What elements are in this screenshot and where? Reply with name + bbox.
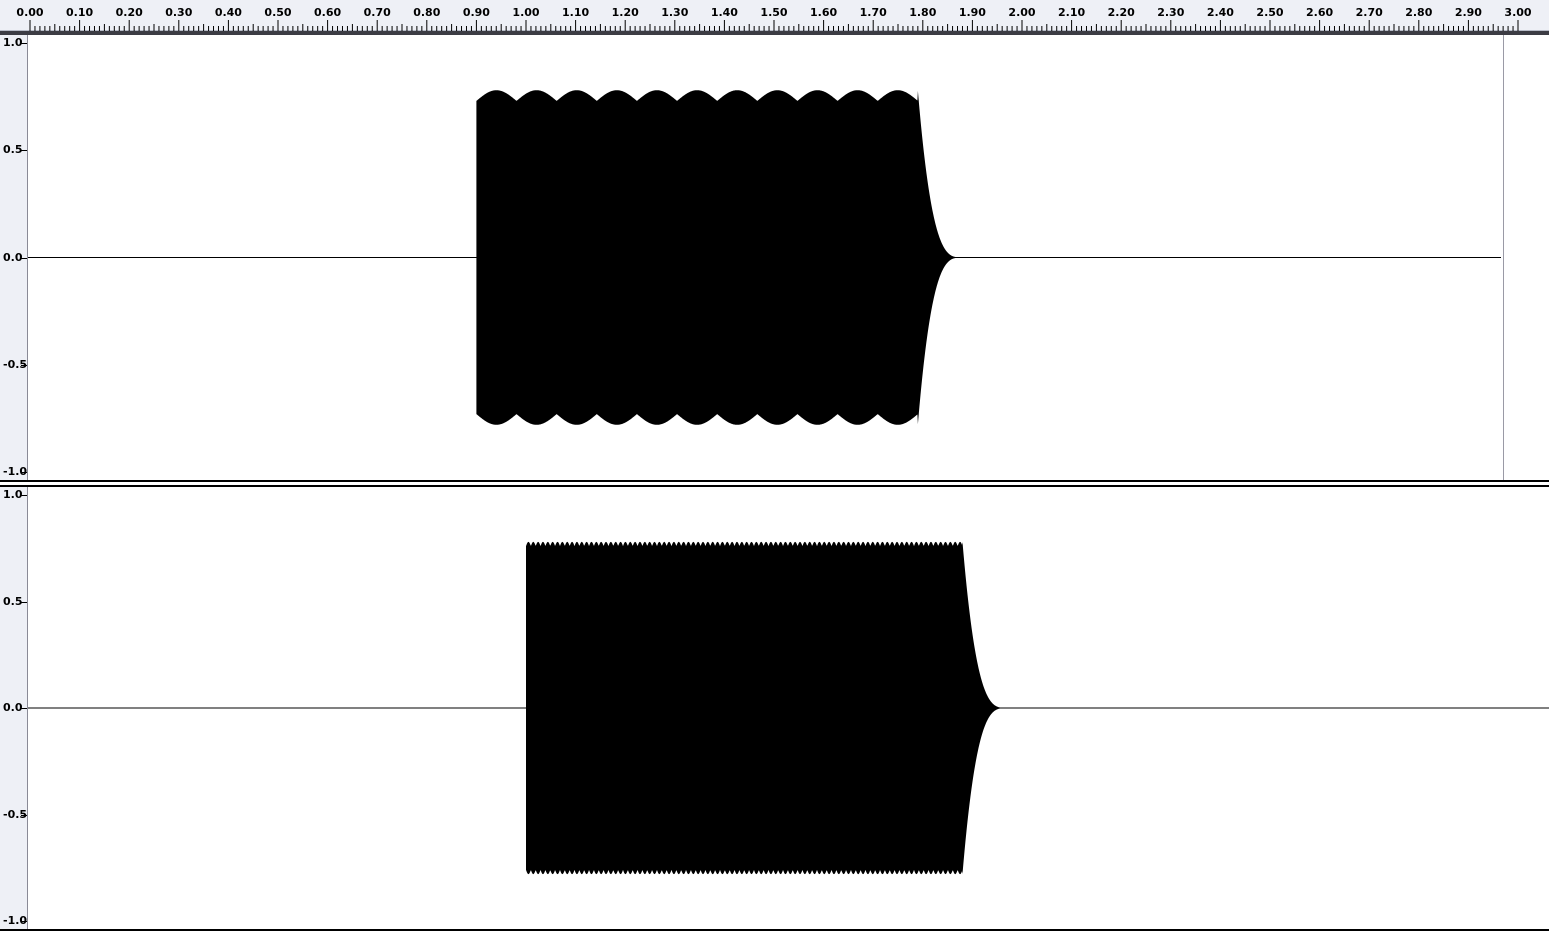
amplitude-label: 0.0 [3,250,23,264]
ruler-label: 0.60 [314,6,342,19]
waveform-track-2[interactable] [28,487,1549,930]
ruler-label: 2.50 [1256,6,1284,19]
audio-track-2[interactable]: 1.0 0.5 0.0 -0.5 -1.0 [0,487,1549,930]
amplitude-label: 0.0 [3,701,23,714]
ruler-label: 2.70 [1355,6,1383,19]
ruler-label: 0.00 [16,6,44,19]
waveform-body [526,541,1007,875]
ruler-label: 0.10 [66,6,94,19]
ruler-label: 1.10 [562,6,590,19]
amplitude-tick [21,601,27,603]
amplitude-tick [21,150,27,152]
amplitude-label: 0.5 [3,594,23,608]
ruler-label: 2.90 [1454,6,1482,19]
ruler-label: 0.90 [462,6,490,19]
amplitude-tick [21,921,27,922]
ruler-label: 1.70 [859,6,887,19]
amplitude-tick [21,495,27,496]
amplitude-label: 1.0 [3,488,23,501]
ruler-label: 1.20 [611,6,639,19]
timeline-ruler[interactable]: 0.00 0.10 0.20 0.30 0.40 0.50 0.60 0.70 0.80 0.90… [0,0,1549,31]
track-separator[interactable] [0,480,1549,487]
ruler-label: 0.50 [264,6,292,19]
ruler-label: 0.20 [115,6,143,19]
ruler-label: 0.40 [214,6,242,19]
ruler-label: 2.40 [1206,6,1234,19]
amplitude-tick [21,43,27,44]
audio-track-1[interactable]: 1.0 0.5 0.0 -0.5 -1.0 [0,35,1549,480]
ruler-label: 0.30 [165,6,193,19]
ruler-label: 2.10 [1058,6,1086,19]
amplitude-label: 0.5 [3,143,23,157]
waveform-track-1[interactable] [28,35,1502,480]
amplitude-tick [21,708,27,709]
amplitude-ruler-track-1: 1.0 0.5 0.0 -0.5 -1.0 [0,35,28,480]
ruler-label: 2.20 [1107,6,1135,19]
ruler-label: 2.80 [1405,6,1433,19]
audio-editor-window: 0.00 0.10 0.20 0.30 0.40 0.50 0.60 0.70 0.80 0.90… [0,0,1549,931]
ruler-label: 1.50 [760,6,788,19]
amplitude-tick [21,472,27,473]
clip-end-marker[interactable] [1503,35,1505,480]
ruler-label: 1.00 [512,6,540,19]
ruler-label: 1.90 [958,6,986,19]
ruler-label: 1.40 [710,6,738,19]
amplitude-tick [21,364,27,366]
ruler-label: 0.80 [413,6,441,19]
ruler-label: 1.60 [810,6,838,19]
amplitude-tick [21,814,27,816]
ruler-label: 3.00 [1504,6,1532,19]
waveform-body [476,90,963,425]
ruler-label: 2.60 [1306,6,1334,19]
ruler-label: 2.30 [1157,6,1185,19]
ruler-label: 1.80 [909,6,937,19]
ruler-label: 1.30 [661,6,689,19]
ruler-label: 2.00 [1008,6,1036,19]
ruler-label: 0.70 [363,6,391,19]
amplitude-tick [21,257,27,259]
amplitude-label: 1.0 [3,36,23,49]
amplitude-ruler-track-2: 1.0 0.5 0.0 -0.5 -1.0 [0,487,28,930]
